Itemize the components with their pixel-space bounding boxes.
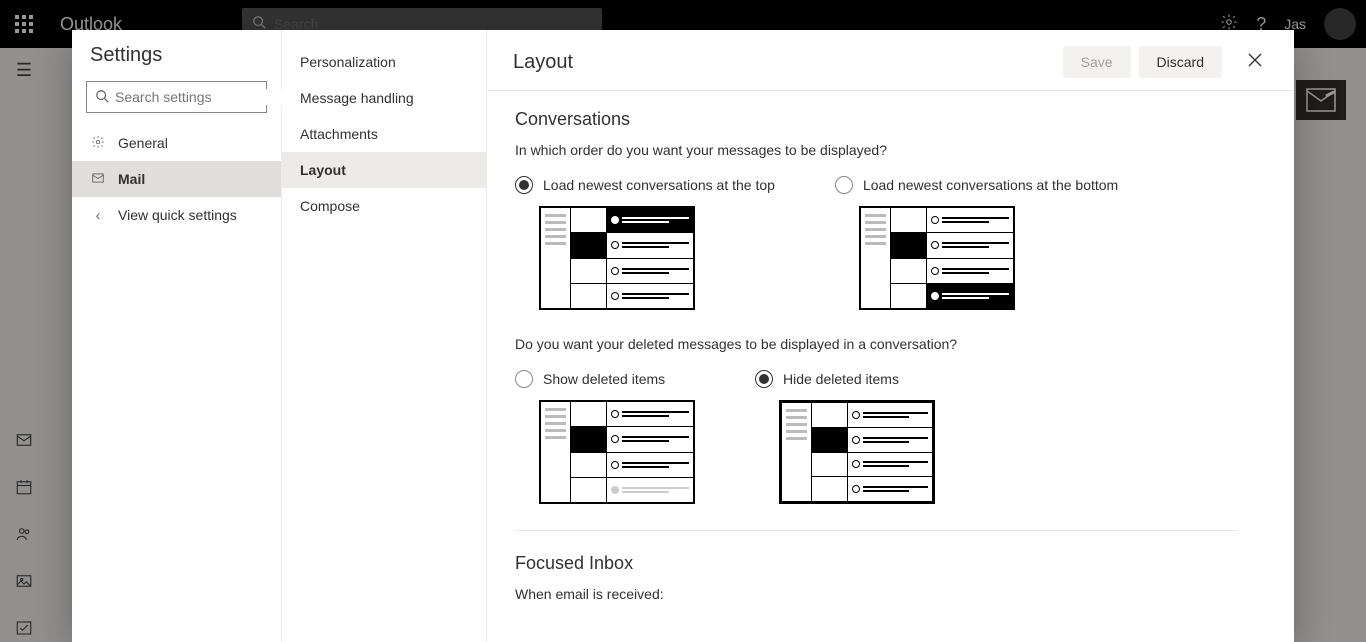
subnav-layout[interactable]: Layout [282, 152, 486, 188]
conversation-order-question: In which order do you want your messages… [515, 142, 1264, 158]
nav-label: View quick settings [118, 207, 237, 223]
settings-modal: Settings General Mail ‹ View quick setti… [72, 30, 1294, 642]
option-newest-top[interactable]: Load newest conversations at the top [515, 176, 775, 310]
radio-label: Show deleted items [543, 371, 665, 387]
discard-button[interactable]: Discard [1139, 46, 1222, 78]
preview-show-deleted [539, 400, 695, 504]
settings-title: Settings [72, 44, 281, 81]
focused-question: When email is received: [515, 586, 1264, 602]
subnav-compose[interactable]: Compose [282, 188, 486, 224]
panel-header: Layout Save Discard [487, 30, 1294, 91]
close-icon [1248, 53, 1262, 67]
nav-label: Mail [118, 171, 145, 187]
settings-search-input[interactable] [115, 89, 296, 105]
chevron-left-icon: ‹ [90, 207, 106, 223]
settings-detail-column: Layout Save Discard Conversations In whi… [487, 30, 1294, 642]
radio-label: Hide deleted items [783, 371, 899, 387]
nav-general[interactable]: General [72, 125, 281, 161]
preview-hide-deleted [779, 400, 935, 504]
settings-search-box[interactable] [86, 81, 267, 113]
option-newest-bottom[interactable]: Load newest conversations at the bottom [835, 176, 1118, 310]
close-button[interactable] [1242, 47, 1268, 78]
save-button[interactable]: Save [1063, 46, 1131, 78]
option-hide-deleted[interactable]: Hide deleted items [755, 370, 935, 504]
mail-icon [90, 171, 106, 188]
gear-icon [90, 135, 106, 152]
preview-newest-top [539, 206, 695, 310]
subnav-personalization[interactable]: Personalization [282, 44, 486, 80]
preview-newest-bottom [859, 206, 1015, 310]
radio-hide-deleted[interactable] [755, 370, 773, 388]
nav-label: General [118, 135, 168, 151]
subnav-message-handling[interactable]: Message handling [282, 80, 486, 116]
radio-newest-bottom[interactable] [835, 176, 853, 194]
option-show-deleted[interactable]: Show deleted items [515, 370, 695, 504]
radio-show-deleted[interactable] [515, 370, 533, 388]
section-conversations-heading: Conversations [515, 109, 1264, 130]
panel-title: Layout [513, 51, 1055, 74]
search-icon [95, 89, 109, 106]
nav-mail[interactable]: Mail [72, 161, 281, 197]
settings-subnav-column: Personalization Message handling Attachm… [282, 30, 487, 642]
section-focused-heading: Focused Inbox [515, 553, 1264, 574]
subnav-attachments[interactable]: Attachments [282, 116, 486, 152]
radio-label: Load newest conversations at the top [543, 177, 775, 193]
nav-quick-settings[interactable]: ‹ View quick settings [72, 197, 281, 233]
panel-body[interactable]: Conversations In which order do you want… [489, 91, 1294, 642]
settings-nav-column: Settings General Mail ‹ View quick setti… [72, 30, 282, 642]
deleted-items-question: Do you want your deleted messages to be … [515, 336, 1264, 352]
radio-label: Load newest conversations at the bottom [863, 177, 1118, 193]
radio-newest-top[interactable] [515, 176, 533, 194]
section-divider [515, 530, 1238, 531]
